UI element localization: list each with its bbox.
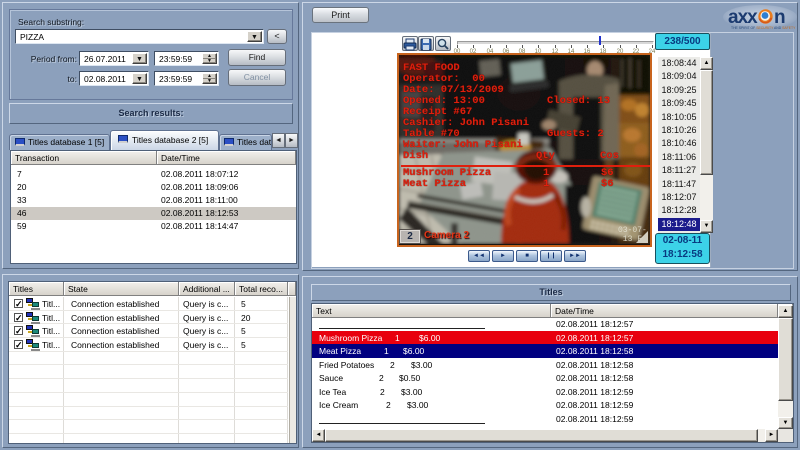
svg-text:axx: axx [728,7,758,28]
svg-text:THE SPIRIT OF SECURITY AND SAF: THE SPIRIT OF SECURITY AND SAFETY [731,26,796,30]
svg-text:n: n [774,7,786,28]
